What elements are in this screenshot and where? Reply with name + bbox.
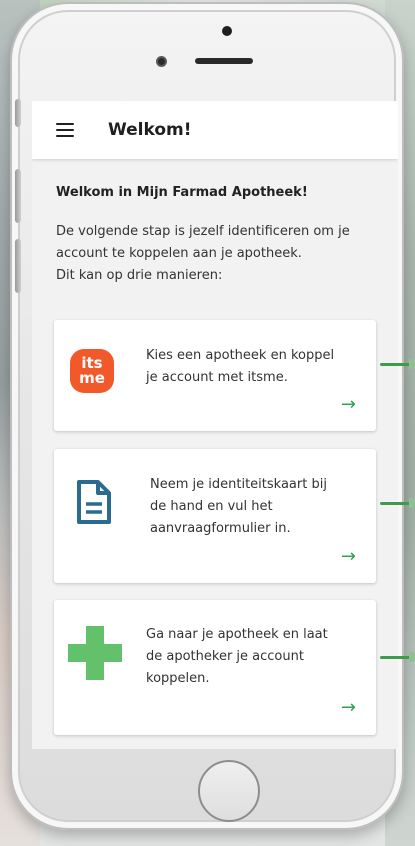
connector-tail — [409, 498, 415, 508]
phone-silent-switch — [15, 99, 21, 127]
option-card-form[interactable]: Neem je identiteitskaart bij de hand en … — [54, 449, 376, 583]
intro-line: Dit kan op drie manieren: — [56, 268, 223, 283]
connector-line — [380, 363, 410, 366]
app-bar: Welkom! — [32, 101, 398, 159]
page-title: Welkom! — [108, 120, 192, 140]
phone-speaker — [195, 58, 253, 64]
connector-tail — [409, 652, 415, 662]
phone-sensor — [222, 26, 232, 36]
phone-volume-down — [15, 239, 21, 293]
arrow-right-icon[interactable]: → — [341, 548, 356, 566]
connector-tail — [409, 359, 415, 369]
hamburger-menu-icon[interactable] — [56, 123, 74, 137]
intro-heading: Welkom in Mijn Farmad Apotheek! — [56, 185, 308, 200]
option-card-itsme[interactable]: its me Kies een apotheek en koppel je ac… — [54, 320, 376, 431]
option-text: Ga naar je apotheek en laat de apotheker… — [146, 627, 328, 686]
intro-line: De volgende stap is jezelf identificeren… — [56, 224, 350, 239]
arrow-right-icon[interactable]: → — [341, 396, 356, 414]
intro-text: De volgende stap is jezelf identificeren… — [56, 221, 386, 287]
main-content: Welkom in Mijn Farmad Apotheek! De volge… — [32, 159, 398, 749]
option-text: Neem je identiteitskaart bij de hand en … — [150, 477, 327, 536]
phone-volume-up — [15, 169, 21, 223]
arrow-right-icon[interactable]: → — [341, 699, 356, 717]
phone-camera — [156, 56, 167, 67]
itsme-logo-icon: its me — [70, 349, 114, 393]
document-icon — [77, 480, 111, 524]
option-text: Kies een apotheek en koppel je account m… — [146, 348, 335, 385]
home-button[interactable] — [198, 760, 260, 822]
app-screen: Welkom! Welkom in Mijn Farmad Apotheek! … — [32, 101, 398, 749]
intro-line: account te koppelen aan je apotheek. — [56, 246, 302, 261]
connector-line — [380, 502, 410, 505]
connector-line — [380, 656, 410, 659]
green-cross-icon — [68, 626, 122, 680]
option-card-pharmacy[interactable]: Ga naar je apotheek en laat de apotheker… — [54, 600, 376, 735]
